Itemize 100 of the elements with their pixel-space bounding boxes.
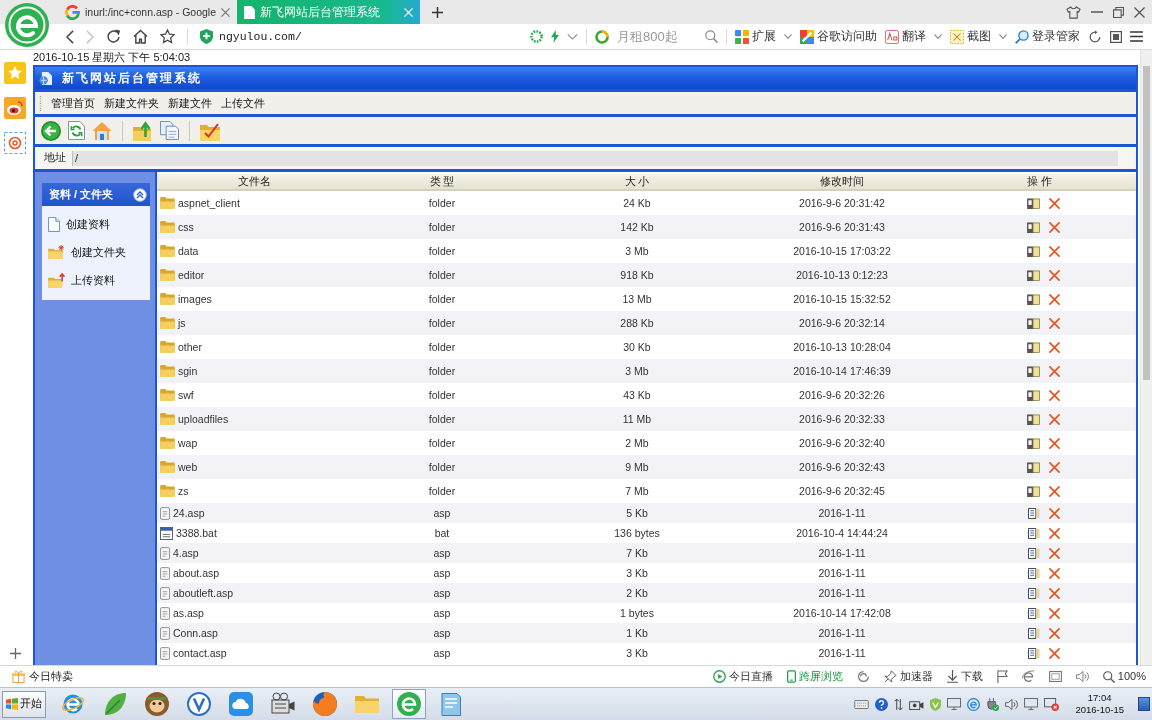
add-icon[interactable] (9, 648, 21, 659)
swirl-icon[interactable] (856, 670, 870, 683)
file-name[interactable]: contact.asp (173, 646, 227, 660)
book-icon[interactable] (1027, 221, 1040, 233)
restore-icon[interactable] (1113, 6, 1124, 18)
delete-icon[interactable] (1049, 269, 1060, 281)
arrows-icon[interactable] (894, 697, 904, 711)
scrollbar[interactable] (1140, 50, 1152, 665)
new-tab-icon[interactable] (432, 6, 443, 18)
reload-icon[interactable] (106, 29, 121, 44)
file-name[interactable]: 24.asp (173, 506, 205, 520)
at-sign-icon[interactable] (4, 132, 26, 154)
delete-icon[interactable] (1049, 293, 1060, 305)
page-icon[interactable] (1027, 547, 1040, 559)
file-name[interactable]: as.asp (173, 606, 204, 620)
menu-link[interactable]: 新建文件 (168, 96, 212, 110)
speaker-icon[interactable] (1005, 698, 1019, 710)
file-name[interactable]: aboutleft.asp (173, 586, 234, 600)
address-field[interactable]: ngyulou.com/ (219, 29, 518, 44)
ring-icon[interactable] (530, 30, 543, 43)
delete-icon[interactable] (1049, 485, 1060, 497)
start-button[interactable]: 开始 (2, 690, 46, 718)
close-icon[interactable] (221, 7, 231, 17)
page-icon[interactable] (1027, 627, 1040, 639)
delete-icon[interactable] (1048, 647, 1060, 659)
page-icon[interactable] (1027, 587, 1040, 599)
toolbar-button[interactable]: 扩展 (735, 29, 792, 44)
book-icon[interactable] (1027, 293, 1040, 305)
star-icon[interactable] (160, 29, 175, 44)
delete-icon[interactable] (1048, 587, 1060, 599)
flag-icon[interactable] (996, 670, 1008, 683)
delete-icon[interactable] (1048, 527, 1060, 539)
file-name[interactable]: wap (178, 436, 198, 450)
file-name[interactable]: about.asp (173, 566, 220, 580)
search-icon[interactable] (705, 30, 718, 43)
toolbar-button[interactable]: 登录管家 (1015, 29, 1080, 44)
back-icon[interactable] (66, 29, 74, 44)
menu-icon[interactable] (1130, 31, 1143, 42)
menu-link[interactable]: 管理首页 (51, 96, 95, 110)
chevron-icon[interactable] (567, 33, 578, 40)
eye-icon[interactable] (4, 97, 26, 119)
delete-icon[interactable] (1048, 507, 1060, 519)
sidebar-item[interactable]: 创建文件夹 (42, 238, 150, 266)
delete-icon[interactable] (1049, 317, 1060, 329)
folder-up-icon[interactable] (133, 120, 153, 141)
column-header[interactable]: 大 小 (532, 175, 742, 188)
book-icon[interactable] (1027, 485, 1040, 497)
delete-icon[interactable] (1048, 547, 1060, 559)
file-name[interactable]: web (178, 460, 198, 474)
file-name[interactable]: aspnet_client (178, 196, 240, 210)
keyboard-icon[interactable] (854, 699, 870, 709)
book-icon[interactable] (1027, 341, 1040, 353)
page-icon[interactable] (1027, 527, 1040, 539)
help-icon[interactable] (875, 697, 889, 711)
delete-icon[interactable] (1049, 437, 1060, 449)
lightning-icon[interactable] (551, 30, 559, 43)
status-item[interactable]: 今日直播 (712, 669, 773, 684)
sidebar-item[interactable]: 上传资料 (42, 266, 150, 294)
refresh-icon[interactable] (1088, 29, 1102, 44)
search-engine-icon[interactable] (595, 29, 609, 44)
delete-icon[interactable] (1049, 197, 1060, 209)
column-header[interactable]: 操 作 (942, 175, 1136, 188)
browser-logo-icon[interactable] (5, 3, 49, 47)
delete-icon[interactable] (1049, 221, 1060, 233)
camera-icon[interactable] (909, 698, 925, 710)
scrollbar-thumb[interactable] (1143, 66, 1150, 380)
monitor-icon[interactable] (1024, 698, 1039, 710)
book-icon[interactable] (1027, 437, 1040, 449)
delete-icon[interactable] (1049, 389, 1060, 401)
monitor-error-icon[interactable] (1044, 697, 1060, 711)
delete-icon[interactable] (1049, 365, 1060, 377)
status-item[interactable]: 100% (1102, 669, 1146, 684)
file-name[interactable]: zs (178, 484, 189, 498)
file-name[interactable]: other (178, 340, 202, 354)
toolbar-button[interactable]: 截图 (950, 29, 1007, 44)
file-name[interactable]: editor (178, 268, 205, 282)
speaker-icon[interactable] (1075, 671, 1089, 682)
book-icon[interactable] (1027, 197, 1040, 209)
file-name[interactable]: sgin (178, 364, 198, 378)
file-name[interactable]: 4.asp (173, 546, 199, 560)
status-item[interactable]: 加速器 (883, 669, 933, 684)
delete-icon[interactable] (1049, 461, 1060, 473)
delete-icon[interactable] (1049, 245, 1060, 257)
path-field[interactable]: / (72, 150, 1118, 166)
e-icon[interactable] (1021, 670, 1035, 683)
toolbar-button[interactable]: 谷歌访问助 (800, 29, 877, 44)
menu-link[interactable]: 新建文件夹 (104, 96, 159, 110)
file-name[interactable]: images (178, 292, 212, 306)
file-name[interactable]: data (178, 244, 199, 258)
status-text[interactable]: 今日特卖 (29, 669, 73, 684)
file-name[interactable]: uploadfiles (178, 412, 229, 426)
file-name[interactable]: Conn.asp (173, 626, 218, 640)
book-icon[interactable] (1027, 245, 1040, 257)
file-name[interactable]: 3388.bat (176, 526, 217, 540)
home-icon[interactable] (133, 29, 148, 44)
shield-icon[interactable] (200, 29, 213, 44)
file-name[interactable]: css (178, 220, 194, 234)
book-icon[interactable] (1027, 389, 1040, 401)
column-header[interactable]: 文件名 (157, 175, 352, 188)
refresh-icon[interactable] (68, 121, 85, 140)
